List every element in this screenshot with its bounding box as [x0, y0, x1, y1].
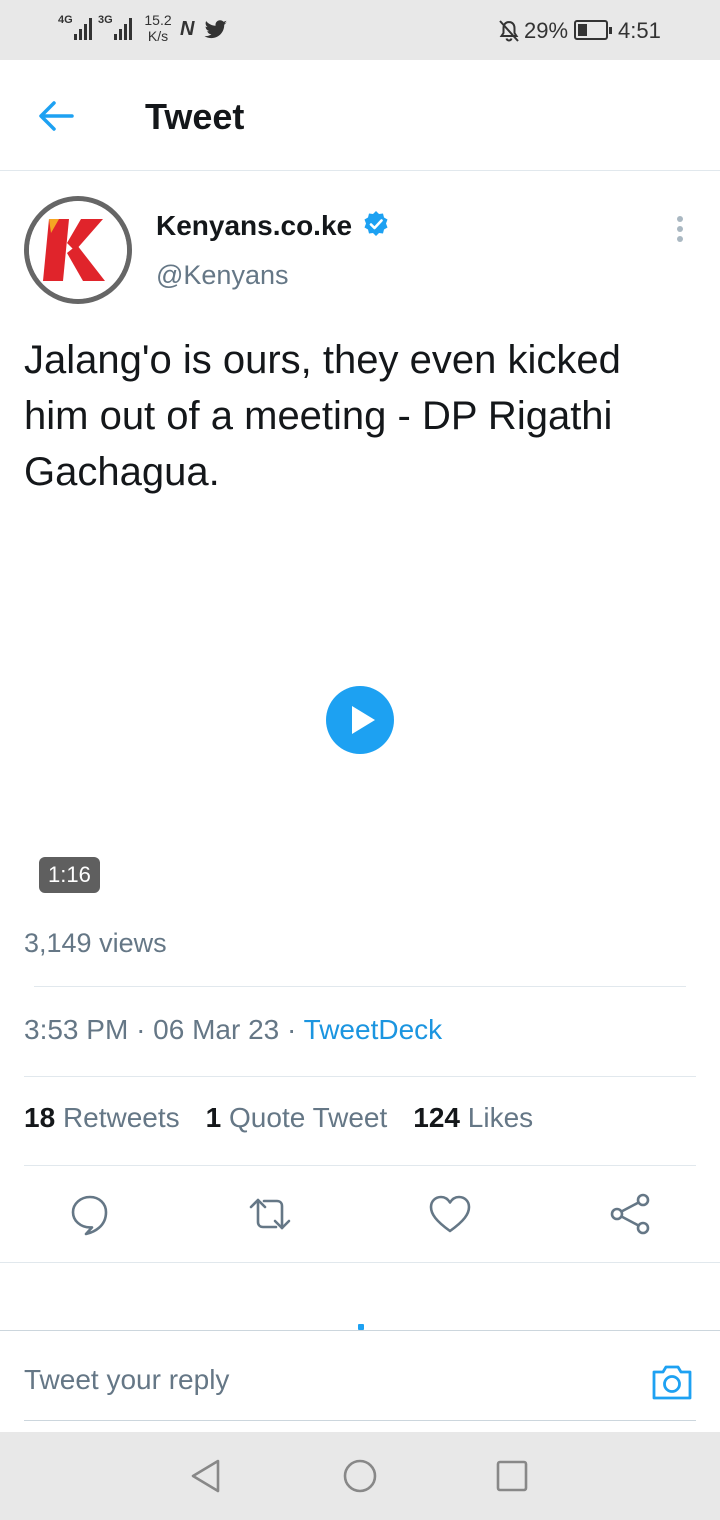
quote-tweets-stat[interactable]: 1 Quote Tweet [206, 1102, 388, 1134]
engagement-stats: 18 Retweets 1 Quote Tweet 124 Likes [24, 1102, 533, 1134]
tweet-text: Jalang'o is ours, they even kicked him o… [24, 338, 621, 494]
back-nav-icon[interactable] [188, 1458, 224, 1494]
like-icon[interactable] [426, 1190, 474, 1238]
system-navigation-bar [0, 1432, 720, 1520]
home-nav-icon[interactable] [342, 1458, 378, 1494]
twitter-notification-icon [204, 20, 227, 39]
status-bar: 4G 3G 15.2 K/s N 29% 4:51 [0, 0, 720, 60]
likes-count: 124 [413, 1102, 460, 1133]
view-count: 3,149 views [24, 928, 167, 958]
author-handle[interactable]: @Kenyans [156, 260, 288, 291]
retweet-icon[interactable] [246, 1190, 294, 1238]
recents-nav-icon[interactable] [494, 1458, 530, 1494]
divider [0, 1262, 720, 1263]
mute-notifications-icon [499, 20, 519, 42]
divider [24, 1165, 696, 1166]
camera-icon[interactable] [650, 1360, 694, 1404]
speed-value: 15.2 [144, 12, 172, 28]
play-icon [352, 706, 375, 734]
reply-placeholder: Tweet your reply [24, 1364, 230, 1395]
avatar[interactable] [24, 196, 132, 304]
tweet-meta: 3:53 PM · 06 Mar 23 · TweetDeck [24, 1014, 442, 1046]
reply-icon[interactable] [66, 1190, 114, 1238]
separator: · [287, 1014, 297, 1045]
share-icon[interactable] [606, 1190, 654, 1238]
quote-tweets-count: 1 [205, 1102, 222, 1133]
verified-badge-icon [364, 211, 388, 236]
likes-label: Likes [467, 1102, 534, 1133]
tweet-source-link[interactable]: TweetDeck [304, 1014, 443, 1045]
arrow-left-icon[interactable] [36, 98, 76, 134]
more-options-icon[interactable] [670, 214, 690, 244]
loading-indicator [358, 1324, 364, 1330]
network-type-2: 3G [98, 14, 113, 26]
tweet-time: 3:53 PM [24, 1014, 129, 1045]
tweet-date: 06 Mar 23 [153, 1014, 280, 1045]
app-header: Tweet [0, 60, 720, 171]
retweets-stat[interactable]: 18 Retweets [24, 1102, 180, 1134]
author-name[interactable]: Kenyans.co.ke [156, 210, 352, 242]
network-type-1: 4G [58, 14, 73, 26]
video-duration-badge: 1:16 [39, 857, 100, 893]
quote-tweets-label: Quote Tweet [229, 1102, 388, 1133]
page-title: Tweet [145, 96, 245, 137]
clock: 4:51 [618, 18, 661, 43]
play-button[interactable] [326, 686, 394, 754]
news-app-icon: N [180, 18, 195, 40]
battery-percent: 29% [524, 18, 569, 43]
divider [24, 1076, 696, 1077]
reply-underline [24, 1420, 696, 1421]
retweets-label: Retweets [62, 1102, 180, 1133]
retweets-count: 18 [24, 1102, 56, 1133]
kenyans-logo [29, 201, 127, 299]
network-speed: 15.2 K/s [142, 12, 174, 44]
likes-stat[interactable]: 124 Likes [413, 1102, 533, 1134]
separator: · [136, 1014, 146, 1045]
divider [34, 986, 686, 987]
battery-icon [574, 20, 612, 40]
speed-unit: K/s [147, 28, 169, 44]
